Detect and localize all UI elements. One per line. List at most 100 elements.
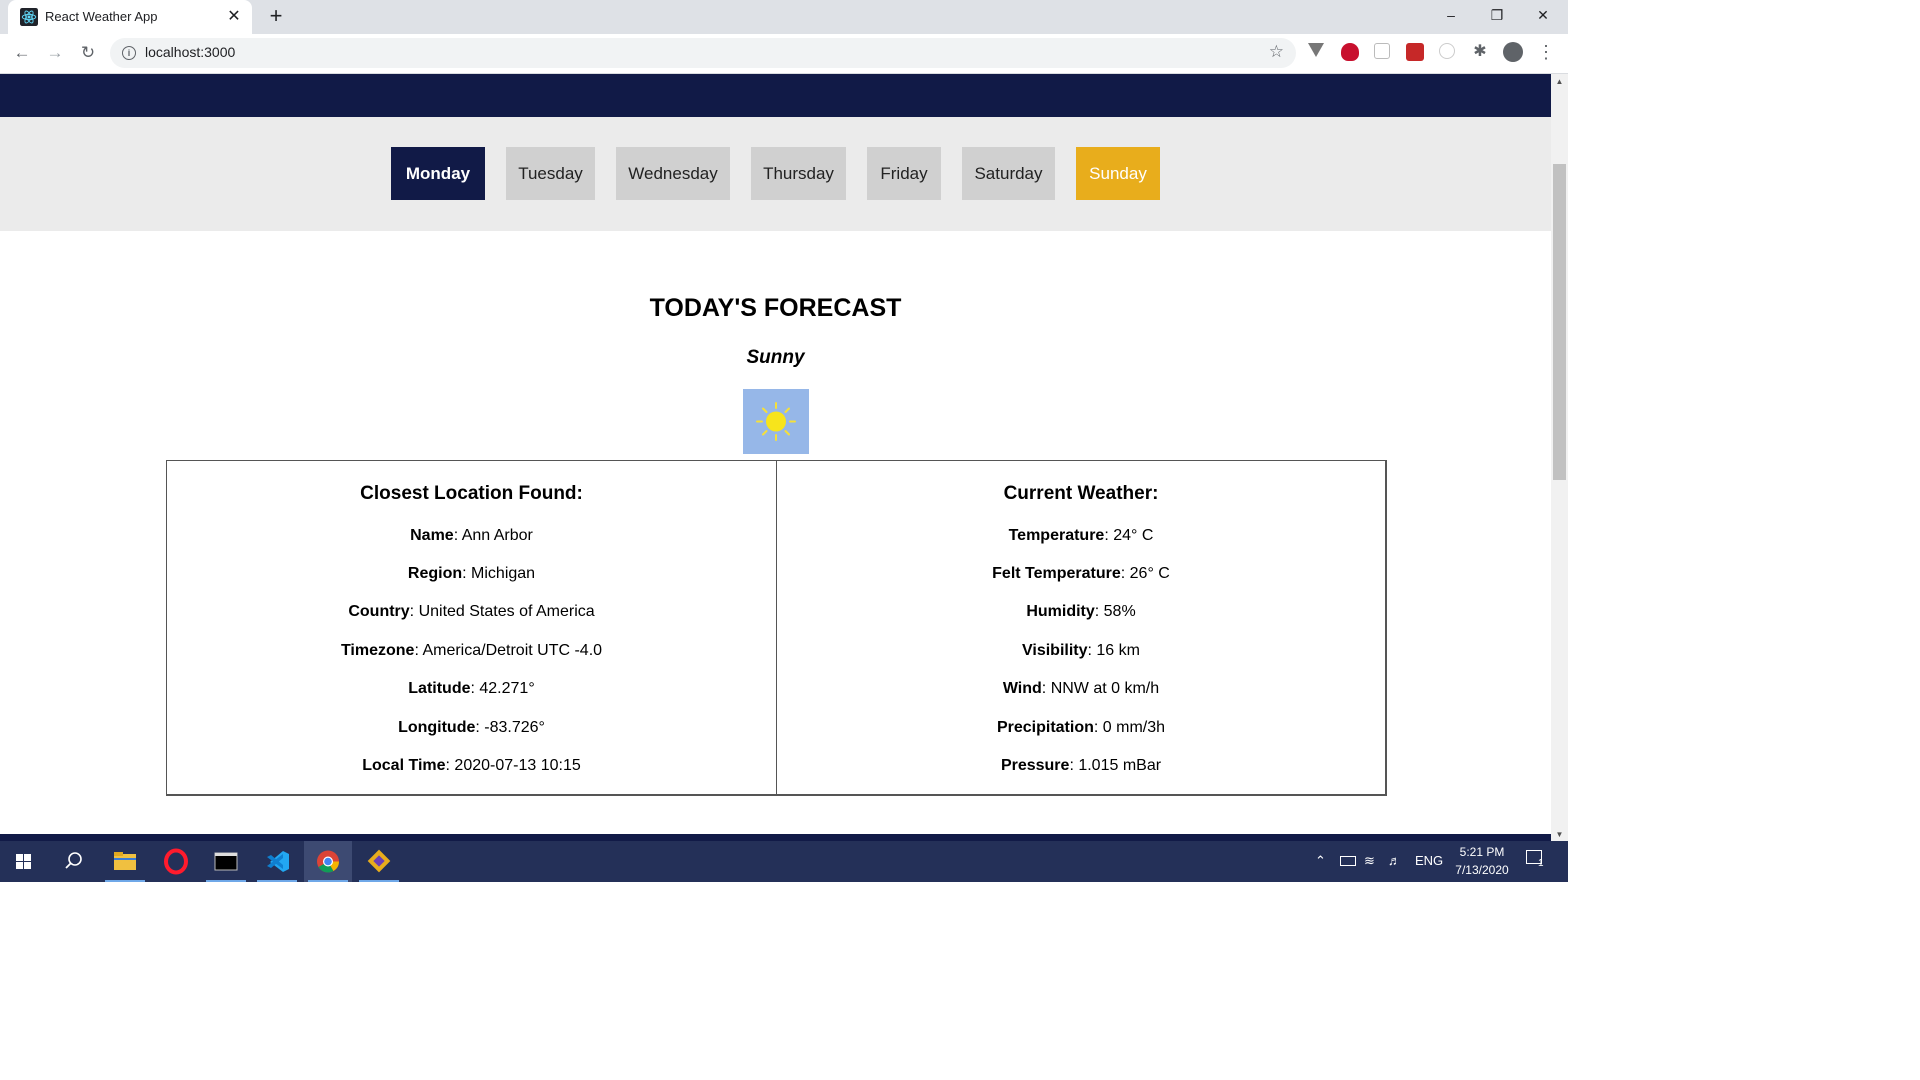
day-button-saturday[interactable]: Saturday — [962, 147, 1055, 200]
row-value: 42.271° — [479, 680, 535, 697]
address-bar[interactable]: i localhost:3000 ☆ — [110, 38, 1296, 68]
row-value: 24° C — [1113, 527, 1154, 544]
day-button-friday[interactable]: Friday — [867, 147, 941, 200]
scroll-up-arrow-icon[interactable]: ▲ — [1555, 77, 1564, 86]
restore-button[interactable]: ❐ — [1474, 0, 1520, 32]
location-row-region: Region: Michigan — [407, 565, 536, 582]
new-tab-button[interactable]: + — [264, 5, 288, 28]
sun-icon — [756, 402, 796, 441]
adblock-icon[interactable] — [1341, 43, 1359, 61]
opera-icon[interactable] — [152, 841, 200, 882]
row-value: 0 mm/3h — [1102, 719, 1166, 736]
url-text[interactable]: localhost:3000 — [145, 44, 235, 60]
redux-devtools-icon[interactable] — [1406, 43, 1424, 61]
day-button-thursday[interactable]: Thursday — [751, 147, 846, 200]
git-icon[interactable] — [355, 841, 403, 882]
row-value: Michigan — [471, 565, 536, 582]
terminal-icon[interactable] — [202, 841, 250, 882]
vertical-scrollbar[interactable]: ▲ ▼ — [1551, 74, 1568, 841]
row-label: Felt Temperature — [992, 565, 1121, 582]
browser-tab[interactable]: React Weather App ✕ — [8, 0, 252, 34]
app-footer — [0, 834, 1551, 841]
system-clock[interactable]: 5:21 PM 7/13/2020 — [1440, 843, 1524, 879]
puzzle-extensions-icon[interactable]: ✱ — [1471, 43, 1489, 61]
web-page: Monday Tuesday Wednesday Thursday Friday… — [0, 74, 1551, 841]
location-heading: Closest Location Found: — [360, 483, 583, 504]
forward-arrow-icon[interactable]: → — [43, 42, 67, 64]
row-value: United States of America — [418, 603, 595, 620]
back-arrow-icon[interactable]: ← — [10, 42, 34, 64]
row-value: NNW at 0 km/h — [1050, 680, 1160, 697]
app-header — [0, 74, 1551, 117]
location-row-country: Country: United States of America — [348, 603, 595, 620]
weather-icon-box — [743, 389, 809, 454]
menu-kebab-icon[interactable]: ⋮ — [1537, 43, 1555, 61]
extension-icon[interactable] — [1374, 43, 1390, 59]
wifi-icon[interactable]: ≋ — [1364, 853, 1375, 869]
row-value: -83.726° — [484, 719, 545, 736]
vue-devtools-icon[interactable] — [1308, 43, 1324, 57]
day-button-sunday[interactable]: Sunday — [1076, 147, 1160, 200]
scrollbar-thumb[interactable] — [1553, 164, 1566, 480]
row-label: Timezone — [340, 642, 415, 659]
weather-row-felt-temperature: Felt Temperature: 26° C — [992, 565, 1170, 582]
tab-close-icon[interactable]: ✕ — [224, 7, 244, 27]
current-weather-panel: Current Weather: Temperature: 24° C Felt… — [777, 461, 1385, 794]
row-label: Visibility — [1022, 642, 1088, 659]
weather-condition: Sunny — [746, 347, 805, 368]
location-row-latitude: Latitude: 42.271° — [408, 680, 535, 697]
info-panels: Closest Location Found: Name: Ann Arbor … — [166, 460, 1387, 796]
weather-row-humidity: Humidity: 58% — [1026, 603, 1136, 620]
bookmark-star-icon[interactable]: ☆ — [1269, 42, 1284, 62]
row-label: Latitude — [408, 680, 471, 697]
row-value: Ann Arbor — [461, 527, 533, 544]
clock-time: 5:21 PM — [1459, 845, 1505, 859]
row-value: 58% — [1103, 603, 1136, 620]
start-icon[interactable] — [0, 841, 48, 882]
extension-circle-icon[interactable] — [1439, 43, 1455, 59]
browser-toolbar: ← → ↻ i localhost:3000 ☆ ✱ ⋮ — [0, 34, 1568, 74]
profile-avatar-icon[interactable] — [1503, 42, 1523, 62]
tab-title: React Weather App — [45, 9, 158, 24]
row-label: Longitude — [398, 719, 476, 736]
volume-icon[interactable]: ♬ — [1388, 853, 1401, 868]
browser-tabstrip: React Weather App ✕ + – ❐ ✕ — [0, 0, 1568, 34]
weather-row-precipitation: Precipitation: 0 mm/3h — [996, 719, 1166, 736]
row-value: 16 km — [1096, 642, 1140, 659]
row-value: America/Detroit UTC -4.0 — [422, 642, 603, 659]
show-hidden-icons-icon[interactable]: ⌃ — [1315, 853, 1326, 869]
chrome-icon[interactable] — [304, 841, 352, 882]
minimize-button[interactable]: – — [1428, 0, 1474, 32]
notification-center-icon[interactable]: 1 — [1526, 850, 1548, 872]
react-icon — [20, 8, 38, 26]
location-row-timezone: Timezone: America/Detroit UTC -4.0 — [340, 642, 603, 659]
page-title: TODAY'S FORECAST — [649, 294, 902, 322]
row-label: Country — [348, 603, 410, 620]
info-icon[interactable]: i — [122, 46, 136, 60]
row-label: Name — [410, 527, 454, 544]
language-indicator[interactable]: ENG — [1415, 853, 1443, 868]
battery-icon[interactable] — [1340, 856, 1356, 866]
day-button-monday[interactable]: Monday — [391, 147, 485, 200]
file-explorer-icon[interactable] — [101, 841, 149, 882]
row-value: 1.015 mBar — [1078, 757, 1162, 774]
day-button-tuesday[interactable]: Tuesday — [506, 147, 595, 200]
weather-row-visibility: Visibility: 16 km — [1022, 642, 1140, 659]
row-label: Precipitation — [996, 719, 1094, 736]
row-value: 2020-07-13 10:15 — [454, 757, 581, 774]
row-label: Humidity — [1026, 603, 1095, 620]
weather-row-temperature: Temperature: 24° C — [1008, 527, 1154, 544]
day-button-wednesday[interactable]: Wednesday — [616, 147, 730, 200]
row-label: Region — [407, 565, 463, 582]
location-row-local-time: Local Time: 2020-07-13 10:15 — [362, 757, 581, 774]
close-window-button[interactable]: ✕ — [1520, 0, 1566, 32]
location-panel: Closest Location Found: Name: Ann Arbor … — [167, 461, 777, 794]
search-icon[interactable] — [49, 841, 97, 882]
row-label: Temperature — [1008, 527, 1105, 544]
row-label: Local Time — [362, 757, 446, 774]
reload-icon[interactable]: ↻ — [76, 42, 100, 64]
clock-date: 7/13/2020 — [1455, 863, 1509, 877]
scroll-down-arrow-icon[interactable]: ▼ — [1555, 830, 1564, 839]
vscode-icon[interactable] — [253, 841, 301, 882]
location-row-name: Name: Ann Arbor — [410, 527, 533, 544]
